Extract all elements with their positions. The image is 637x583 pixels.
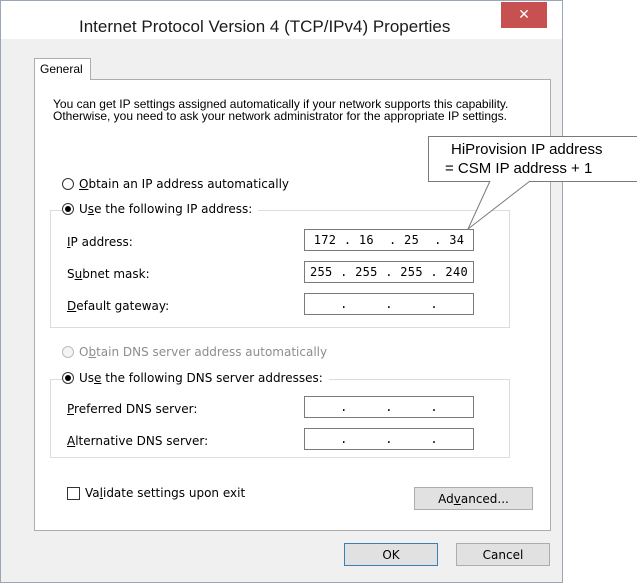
- callout-pointer: [467, 180, 531, 230]
